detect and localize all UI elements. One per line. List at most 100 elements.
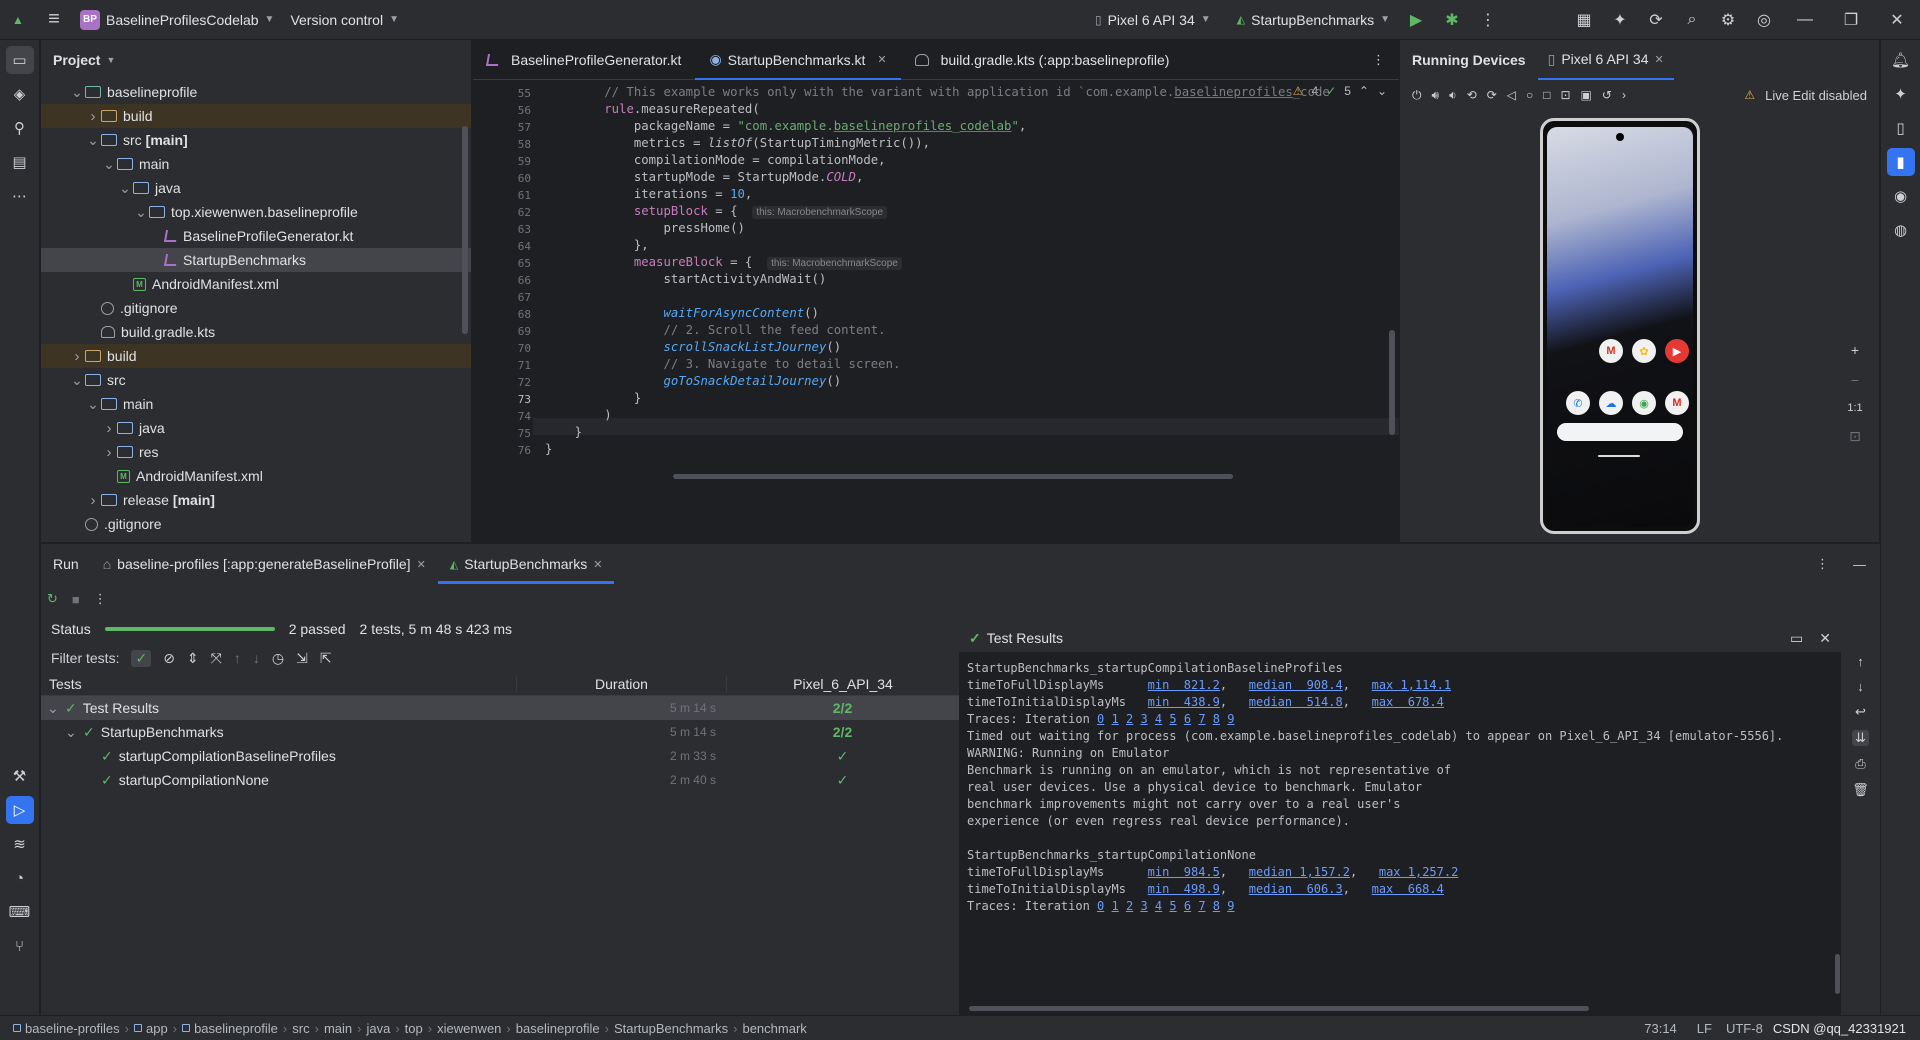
editor-hscrollbar[interactable] [673, 474, 1233, 479]
line-separator[interactable]: LF [1687, 1021, 1722, 1036]
clear-all-icon[interactable]: 🗑︎ [1852, 782, 1869, 798]
layout-toggle-icon[interactable]: ▭ [1790, 630, 1813, 647]
chevron-down-icon[interactable]: ⌄ [85, 132, 101, 149]
import-icon[interactable]: ⇲ [296, 650, 308, 667]
rerun-icon[interactable]: ↻ [47, 591, 58, 607]
arrow-down-icon[interactable]: ⌄ [1377, 84, 1387, 98]
tree-scrollbar[interactable] [462, 126, 468, 334]
tree-node[interactable]: .gitignore [41, 296, 471, 320]
build-icon[interactable]: ⚒ [6, 762, 34, 790]
tree-node[interactable]: ⌄ top.xiewenwen.baselineprofile [41, 200, 471, 224]
tree-node[interactable]: › release [main] [41, 488, 471, 512]
account-icon[interactable]: ◎ [1746, 0, 1782, 40]
breadcrumb-item[interactable]: baselineprofile [177, 1021, 283, 1036]
close-window-icon[interactable]: ✕ [1874, 0, 1920, 40]
home-icon[interactable]: ○ [1526, 88, 1533, 102]
overview-icon[interactable]: □ [1543, 88, 1550, 102]
tree-node[interactable]: .gitignore [41, 512, 471, 536]
print-icon[interactable]: ⎙ [1855, 756, 1865, 772]
gmail-app-icon[interactable]: M [1599, 339, 1623, 363]
profiler-icon[interactable]: ◔ [6, 864, 34, 892]
more-tabs-icon[interactable]: ⋮ [1358, 52, 1399, 68]
rotate-left-icon[interactable]: ⟲ [1467, 88, 1477, 102]
file-encoding[interactable]: UTF-8 [1722, 1021, 1767, 1036]
console-vscrollbar[interactable] [1835, 954, 1840, 994]
chevron-down-icon[interactable]: ⌄ [101, 156, 117, 173]
live-edit-status[interactable]: Live Edit disabled [1765, 88, 1879, 103]
search-icon[interactable]: ⌕ [1674, 0, 1710, 40]
zoom-in-icon[interactable]: + [1851, 342, 1859, 358]
zoom-out-icon[interactable]: − [1851, 372, 1859, 388]
version-control-icon[interactable]: ⑂ [6, 932, 34, 960]
next-failed-icon[interactable]: ↓ [253, 650, 260, 666]
prev-failed-icon[interactable]: ↑ [234, 650, 241, 666]
app-inspection-icon[interactable]: ◉ [1887, 182, 1915, 210]
tab-startup-benchmarks[interactable]: ◭ StartupBenchmarks ✕ [437, 544, 615, 584]
show-passed-icon[interactable]: ✓ [131, 649, 152, 667]
debug-icon[interactable]: ✱ [1434, 0, 1470, 40]
caret-position[interactable]: 73:14 [1634, 1021, 1687, 1036]
tab-generate-baseline-profile[interactable]: ⌂ baseline-profiles [:app:generateBaseli… [91, 544, 438, 584]
build-variants-icon[interactable]: ▤ [6, 148, 34, 176]
project-tool-icon[interactable]: ▭ [5, 46, 34, 74]
show-ignored-icon[interactable]: ⊘ [163, 650, 175, 667]
tree-node[interactable]: StartupBenchmarks [41, 248, 471, 272]
console-hscrollbar[interactable] [969, 1006, 1589, 1011]
tab-baseline-profile-generator[interactable]: BaselineProfileGenerator.kt [473, 40, 695, 80]
device-screen[interactable]: M ✿ ▶ ✆ ☁ ◉ M [1540, 118, 1700, 534]
chevron-right-icon[interactable]: › [101, 420, 117, 437]
test-console[interactable]: ✓ Test Results ▭ ✕ StartupBenchmarks_sta… [959, 624, 1841, 1016]
rotate-right-icon[interactable]: ⟳ [1487, 88, 1497, 102]
history-icon[interactable]: ◷ [272, 650, 284, 667]
gemini-side-icon[interactable]: ✦ [1887, 80, 1915, 108]
chevron-down-icon[interactable]: ⌄ [47, 700, 59, 717]
structure-icon[interactable]: ⚲ [6, 114, 34, 142]
test-result-row[interactable]: ⌄ ✓ Test Results 5 m 14 s 2/2 [41, 696, 959, 720]
test-result-row[interactable]: ⌄ ✓ StartupBenchmarks 5 m 14 s 2/2 [41, 720, 959, 744]
running-devices-icon[interactable]: ▮ [1886, 148, 1915, 176]
vcs-menu[interactable]: Version control ▼ [282, 0, 407, 40]
breadcrumb-item[interactable]: baselineprofile [511, 1021, 605, 1036]
tree-node[interactable]: › res [41, 440, 471, 464]
screenshot-icon[interactable]: ⊡ [1560, 88, 1570, 102]
collapse-all-icon[interactable]: ⤧ [211, 650, 222, 667]
tab-run[interactable]: Run [41, 544, 91, 584]
snapshot-icon[interactable]: ↺ [1602, 88, 1612, 102]
breadcrumb-item[interactable]: baseline-profiles [8, 1021, 125, 1036]
device-selector[interactable]: ▯ Pixel 6 API 34 ▼ [1087, 0, 1219, 40]
scroll-to-end-icon[interactable]: ⇊ [1852, 730, 1869, 746]
tree-node[interactable]: BaselineProfileGenerator.kt [41, 224, 471, 248]
tree-node[interactable]: ⌄ src [41, 368, 471, 392]
more-tools-icon[interactable]: ⋯ [6, 182, 34, 210]
resource-manager-icon[interactable]: ◈ [6, 80, 34, 108]
fit-screen-icon[interactable]: ⊡ [1849, 428, 1861, 445]
photos-app-icon[interactable]: ✿ [1632, 339, 1656, 363]
tree-node[interactable]: build.gradle.kts [41, 320, 471, 344]
device-mirror-icon[interactable]: ◍ [1887, 216, 1915, 244]
scroll-up-icon[interactable]: ↑ [1857, 654, 1864, 669]
tree-node[interactable]: M AndroidManifest.xml [41, 272, 471, 296]
code-area[interactable]: ⚠ 4 ✓ 5 ⌃ ⌄ 55 56 57 58 59 60 61 62 63 64 65 66 67 68 69 7… [473, 80, 1399, 542]
run-config-selector[interactable]: ◭ StartupBenchmarks ▼ [1229, 0, 1398, 40]
youtube-app-icon[interactable]: ▶ [1665, 339, 1689, 363]
tab-build-gradle[interactable]: build.gradle.kts (:app:baselineprofile) [901, 40, 1184, 80]
breadcrumb-item[interactable]: app [129, 1021, 173, 1036]
tree-node[interactable]: ⌄ java [41, 176, 471, 200]
more-options-icon[interactable]: ⋮ [1806, 556, 1839, 572]
gemini-icon[interactable]: ✦ [1602, 0, 1638, 40]
chevron-down-icon[interactable]: ⌄ [133, 204, 149, 221]
run-tool-icon[interactable]: ▷ [5, 796, 34, 824]
chrome-app-icon[interactable]: ◉ [1632, 391, 1656, 415]
restore-icon[interactable]: ❐ [1828, 0, 1874, 40]
device-tab[interactable]: ▯ Pixel 6 API 34 ✕ [1537, 40, 1674, 80]
tree-node[interactable]: › java [41, 416, 471, 440]
breadcrumb-item[interactable]: xiewenwen [432, 1021, 506, 1036]
breadcrumb-item[interactable]: StartupBenchmarks [609, 1021, 733, 1036]
export-icon[interactable]: ⇱ [320, 650, 332, 667]
screen-record-icon[interactable]: ▣ [1581, 88, 1592, 102]
back-icon[interactable]: ◁ [1507, 88, 1516, 102]
minimize-icon[interactable]: — [1782, 0, 1828, 40]
zoom-actual-size[interactable]: 1:1 [1847, 402, 1862, 414]
project-switcher[interactable]: BP BaselineProfilesCodelab ▼ [72, 0, 282, 40]
close-tab-icon[interactable]: ✕ [877, 53, 886, 66]
